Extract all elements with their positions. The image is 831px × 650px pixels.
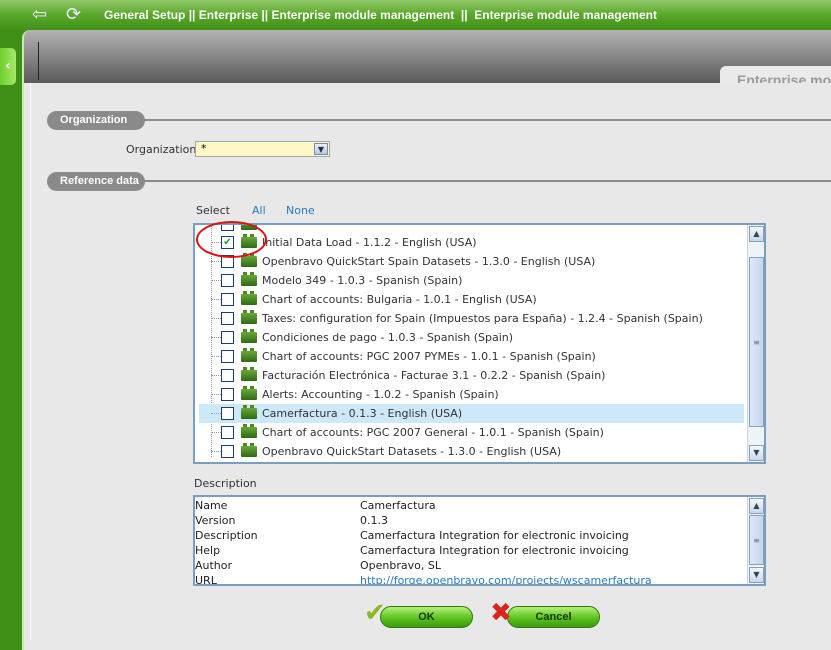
module-label: Initial Data Load - 1.1.2 - English (USA…: [262, 236, 477, 249]
description-value: Camerfactura Integration for electronic …: [360, 529, 629, 542]
list-item[interactable]: Camerfactura - 0.1.3 - English (USA): [199, 404, 744, 423]
module-icon: [241, 443, 257, 457]
module-label: Facturación Electrónica - Facturae 3.1 -…: [262, 369, 606, 382]
list-item[interactable]: Condiciones de pago - 1.0.3 - Spanish (S…: [199, 328, 744, 347]
list-item[interactable]: Chart of accounts: Bulgaria - 1.0.1 - En…: [199, 290, 744, 309]
description-key: URL: [195, 574, 217, 586]
checkbox[interactable]: [221, 388, 234, 401]
module-label: Openbravo QuickStart Datasets - 1.3.0 - …: [262, 445, 562, 458]
highlight-circle: [196, 221, 267, 258]
module-list: ✔ Initial Data Load - 1.1.2 - English (US…: [193, 223, 766, 464]
module-icon: [241, 367, 257, 381]
description-value: 0.1.3: [360, 514, 388, 527]
chevron-down-icon[interactable]: ▼: [314, 143, 328, 155]
description-key: Name: [195, 499, 228, 512]
list-item[interactable]: ✔ Initial Data Load - 1.1.2 - English (US…: [199, 233, 744, 252]
module-label: Chart of accounts: PGC 2007 General - 1.…: [262, 426, 604, 439]
module-icon: [241, 272, 257, 286]
checkmark-icon: ✔: [364, 598, 386, 628]
scroll-down-icon[interactable]: ▼: [749, 445, 764, 461]
scroll-thumb[interactable]: ≡: [749, 257, 764, 427]
description-scrollbar[interactable]: ▲ ≡ ▼: [747, 497, 764, 584]
module-icon: [241, 329, 257, 343]
description-box: Name Camerfactura Version 0.1.3 Description C…: [193, 495, 766, 586]
description-label: Description: [194, 477, 257, 490]
section-organization: Organization: [47, 111, 145, 130]
checkbox[interactable]: [221, 350, 234, 363]
top-bar: ⇦ ⟳ General Setup || Enterprise || Enter…: [0, 0, 831, 32]
description-key: Help: [195, 544, 221, 557]
description-key: Author: [195, 559, 233, 572]
module-label: Condiciones de pago - 1.0.3 - Spanish (S…: [262, 331, 514, 344]
module-icon: [241, 253, 257, 267]
checkbox[interactable]: [221, 369, 234, 382]
list-item[interactable]: Modelo 349 - 1.0.3 - Spanish (Spain): [199, 271, 744, 290]
module-label: Alerts: Accounting - 1.0.2 - Spanish (Sp…: [262, 388, 499, 401]
organization-value: *: [201, 142, 207, 155]
organization-label: Organization: [126, 143, 197, 156]
checkbox[interactable]: [221, 445, 234, 458]
list-item[interactable]: Facturación Electrónica - Facturae 3.1 -…: [199, 366, 744, 385]
list-item[interactable]: Alerts: Accounting - 1.0.2 - Spanish (Sp…: [199, 385, 744, 404]
module-label: Camerfactura - 0.1.3 - English (USA): [262, 407, 463, 420]
checkbox[interactable]: [221, 293, 234, 306]
organization-select[interactable]: * ▼: [195, 141, 330, 157]
checkbox[interactable]: [221, 331, 234, 344]
scroll-up-icon[interactable]: ▲: [749, 226, 764, 242]
module-label: Chart of accounts: Bulgaria - 1.0.1 - En…: [262, 293, 537, 306]
list-item[interactable]: Openbravo QuickStart Datasets - 1.3.0 - …: [199, 442, 744, 461]
select-label: Select: [196, 204, 230, 217]
list-item[interactable]: Chart of accounts: PGC 2007 General - 1.…: [199, 423, 744, 442]
module-label: Openbravo QuickStart Spain Datasets - 1.…: [262, 255, 596, 268]
module-icon: [241, 291, 257, 305]
checkbox[interactable]: [221, 426, 234, 439]
module-icon: [241, 424, 257, 438]
toolbar: [24, 30, 831, 83]
refresh-icon[interactable]: ⟳: [66, 4, 81, 25]
module-icon: [241, 348, 257, 362]
description-value: Camerfactura Integration for electronic …: [360, 544, 629, 557]
description-value[interactable]: http://forge.openbravo.com/projects/wsca…: [360, 573, 652, 584]
scroll-thumb[interactable]: ≡: [749, 515, 764, 565]
select-none-link[interactable]: None: [286, 204, 315, 217]
scroll-down-icon[interactable]: ▼: [749, 567, 764, 583]
description-value: Openbravo, SL: [360, 559, 441, 572]
module-label: Taxes: configuration for Spain (Impuesto…: [262, 312, 703, 325]
checkbox[interactable]: [221, 407, 234, 420]
select-all-link[interactable]: All: [252, 204, 266, 217]
module-icon: [241, 405, 257, 419]
module-label: Chart of accounts: PGC 2007 PYMEs - 1.0.…: [262, 350, 596, 363]
cancel-x-icon: ✖: [490, 598, 512, 628]
collapse-sidebar-button[interactable]: ‹: [0, 48, 16, 85]
list-item[interactable]: Openbravo QuickStart Spain Datasets - 1.…: [199, 252, 744, 271]
description-value: Camerfactura: [360, 499, 436, 512]
ok-button[interactable]: OK: [380, 606, 473, 628]
back-arrow-icon[interactable]: ⇦: [32, 4, 47, 25]
section-reference-data: Reference data: [47, 172, 145, 191]
checkbox[interactable]: [221, 312, 234, 325]
list-item[interactable]: Chart of accounts: PGC 2007 PYMEs - 1.0.…: [199, 347, 744, 366]
module-icon: [241, 310, 257, 324]
checkbox[interactable]: [221, 274, 234, 287]
cancel-button[interactable]: Cancel: [507, 606, 600, 628]
module-label: Modelo 349 - 1.0.3 - Spanish (Spain): [262, 274, 463, 287]
scrollbar[interactable]: ▲ ≡ ▼: [747, 225, 764, 462]
module-icon: [241, 386, 257, 400]
description-key: Description: [195, 529, 258, 542]
description-key: Version: [195, 514, 236, 527]
breadcrumb: General Setup || Enterprise || Enterpris…: [104, 8, 657, 22]
list-item[interactable]: Taxes: configuration for Spain (Impuesto…: [199, 309, 744, 328]
scroll-up-icon[interactable]: ▲: [749, 498, 764, 514]
